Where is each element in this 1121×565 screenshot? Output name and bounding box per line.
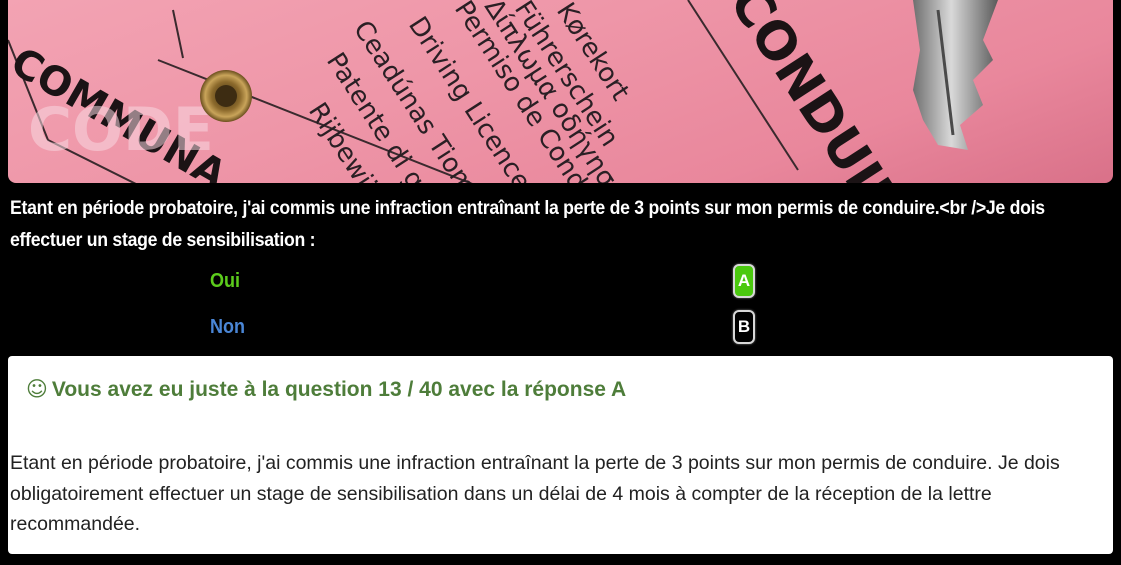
answer-label-non[interactable]: Non (210, 316, 245, 339)
license-text-group: Kørekort Führerschein Δίπλωμα οδήγησης P… (302, 0, 639, 183)
result-explanation: Etant en période probatoire, j'ai commis… (10, 452, 1060, 535)
svg-text:CONDUIRE: CONDUIRE (717, 0, 934, 183)
answer-badge-a[interactable]: A (733, 264, 755, 298)
answer-label-oui[interactable]: Oui (210, 270, 240, 293)
answer-option-b[interactable]: Non B (0, 310, 1121, 350)
quiz-page: Kørekort Führerschein Δίπλωμα οδήγησης P… (0, 0, 1121, 565)
nut-icon (200, 70, 252, 122)
result-card: ☺ Vous avez eu juste à la question 13 / 4… (8, 356, 1113, 554)
question-text: Etant en période probatoire, j'ai commis… (10, 198, 1045, 251)
smiley-icon: ☺ (26, 377, 48, 401)
result-title-text: Vous avez eu juste à la question 13 / 40… (51, 378, 627, 401)
answer-option-a[interactable]: Oui A (0, 264, 1121, 304)
answer-badge-b[interactable]: B (733, 310, 755, 344)
driving-license-photo: Kørekort Führerschein Δίπλωμα οδήγησης P… (8, 0, 1113, 183)
svg-text:CODE: CODE (28, 95, 214, 165)
key-icon (913, 0, 998, 150)
result-title: ☺ Vous avez eu juste à la question 13 / 4… (26, 377, 626, 402)
